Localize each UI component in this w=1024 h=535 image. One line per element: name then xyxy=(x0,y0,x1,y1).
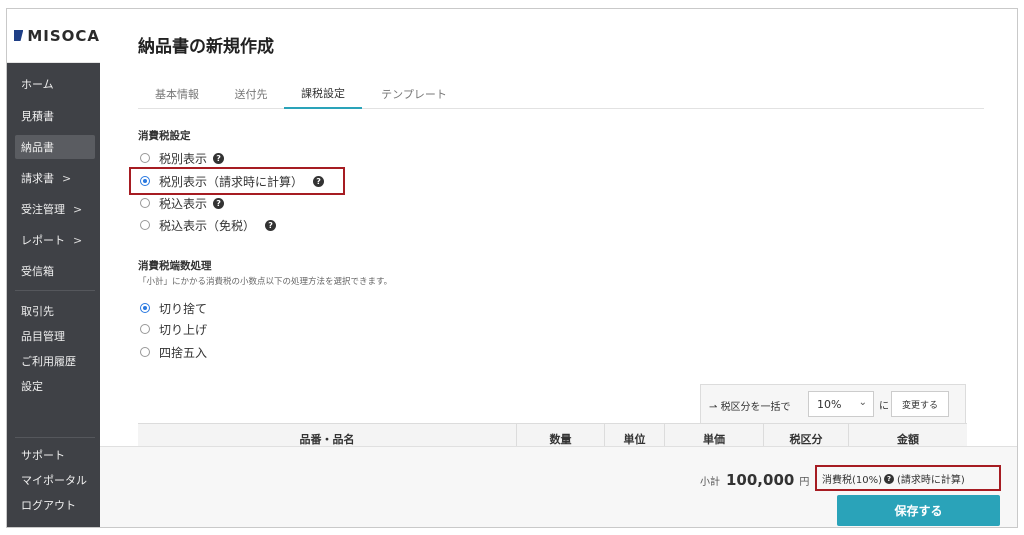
sidebar-item-logout[interactable]: ログアウト xyxy=(15,493,95,517)
help-icon[interactable]: ? xyxy=(884,473,895,484)
help-icon[interactable]: ? xyxy=(213,152,225,164)
tax-option-exclusive[interactable]: 税別表示 ? xyxy=(140,149,225,167)
sidebar-item-settings[interactable]: 設定 xyxy=(15,374,95,398)
tab-tax-settings[interactable]: 課税設定 xyxy=(284,79,362,109)
tab-recipient[interactable]: 送付先 xyxy=(226,79,276,109)
sidebar-item-estimates[interactable]: 見積書 xyxy=(15,104,95,128)
bulk-tax-text: 税区分を一括で xyxy=(720,402,791,413)
save-button[interactable]: 保存する xyxy=(837,495,1000,526)
rounding-label: 消費税端数処理 xyxy=(138,260,212,272)
tax-note: 消費税(10%) ? (請求時に計算) xyxy=(822,471,965,486)
sidebar-item-label: 取引先 xyxy=(21,305,54,318)
radio-label: 税別表示（請求時に計算） xyxy=(159,174,304,189)
rounding-option-ceil[interactable]: 切り上げ xyxy=(140,320,207,338)
radio-label: 税込表示 xyxy=(159,196,208,211)
tab-template[interactable]: テンプレート xyxy=(376,79,452,109)
chevron-right-icon: > xyxy=(73,202,83,216)
rounding-hint: 「小計」にかかる消費税の小数点以下の処理方法を選択できます。 xyxy=(138,277,393,287)
sidebar-item-history[interactable]: ご利用履歴 xyxy=(15,349,95,373)
radio-button-checked[interactable] xyxy=(140,176,150,186)
tax-option-inclusive-exempt[interactable]: 税込表示（免税） ? xyxy=(140,216,277,234)
sidebar-item-invoices[interactable]: 請求書 > xyxy=(15,166,95,190)
radio-button[interactable] xyxy=(140,198,150,208)
sidebar-item-label: ホーム xyxy=(21,78,54,91)
sidebar-item-label: 品目管理 xyxy=(21,330,65,343)
logo-text: MISOCA xyxy=(27,26,100,45)
sidebar-divider xyxy=(15,290,95,291)
subtotal: 小計 100,000 円 xyxy=(700,471,809,489)
subtotal-unit: 円 xyxy=(799,477,810,488)
help-icon[interactable]: ? xyxy=(213,197,225,209)
tab-basic-info[interactable]: 基本情報 xyxy=(148,79,206,109)
sidebar-item-support[interactable]: サポート xyxy=(15,443,95,467)
sidebar-item-inbox[interactable]: 受信箱 xyxy=(15,259,95,283)
tax-option-inclusive[interactable]: 税込表示 ? xyxy=(140,194,225,212)
sidebar-item-label: サポート xyxy=(21,449,65,462)
sidebar-item-home[interactable]: ホーム xyxy=(15,72,95,96)
sidebar-item-label: レポート xyxy=(21,234,65,247)
radio-label: 四捨五入 xyxy=(159,345,208,360)
chevron-right-icon: > xyxy=(73,233,83,247)
sidebar-item-label: 設定 xyxy=(21,380,43,393)
sidebar-item-clients[interactable]: 取引先 xyxy=(15,299,95,323)
app-window: MISOCA ホーム 見積書 納品書 請求書 > 受注管理 > レポート > 受信箱 … xyxy=(6,8,1018,528)
logo-icon xyxy=(14,30,24,41)
chevron-right-icon: > xyxy=(62,171,72,185)
bulk-tax-bar: ⇀ 税区分を一括で 10% ⌄ に 変更する xyxy=(700,384,966,424)
sidebar-item-my-portal[interactable]: マイポータル xyxy=(15,468,95,492)
radio-label: 切り上げ xyxy=(159,322,208,337)
sidebar-item-orders[interactable]: 受注管理 > xyxy=(15,197,95,221)
sidebar-item-label: 受注管理 xyxy=(21,203,65,216)
tax-rate-value: 10% xyxy=(817,398,842,411)
chevron-down-icon: ⌄ xyxy=(858,397,867,408)
sidebar-item-label: マイポータル xyxy=(21,474,87,487)
subtotal-label: 小計 xyxy=(700,477,720,488)
tax-setting-label: 消費税設定 xyxy=(138,130,191,142)
rounding-option-floor[interactable]: 切り捨て xyxy=(140,299,207,317)
sidebar-item-label: ご利用履歴 xyxy=(21,355,76,368)
bulk-tax-label: ⇀ 税区分を一括で xyxy=(709,398,791,413)
sidebar-item-label: ログアウト xyxy=(21,499,76,512)
tax-option-exclusive-at-invoice[interactable]: 税別表示（請求時に計算） ? xyxy=(140,172,325,190)
sidebar-item-label: 納品書 xyxy=(21,141,54,154)
tax-rate-select[interactable]: 10% ⌄ xyxy=(808,391,874,417)
rounding-option-round[interactable]: 四捨五入 xyxy=(140,343,207,361)
tax-label: 消費税(10%) xyxy=(822,475,883,486)
logo[interactable]: MISOCA xyxy=(7,9,100,63)
radio-label: 税込表示（免税） xyxy=(159,218,256,233)
tab-bar: 基本情報 送付先 課税設定 テンプレート xyxy=(138,79,984,109)
page-title: 納品書の新規作成 xyxy=(138,37,274,57)
bulk-tax-particle: に xyxy=(879,401,889,412)
sidebar-item-label: 見積書 xyxy=(21,110,54,123)
radio-label: 切り捨て xyxy=(159,301,208,316)
help-icon[interactable]: ? xyxy=(313,175,325,187)
radio-label: 税別表示 xyxy=(159,151,208,166)
summary-footer: 小計 100,000 円 消費税(10%) ? (請求時に計算) 保存する xyxy=(100,446,1017,527)
sidebar-item-reports[interactable]: レポート > xyxy=(15,228,95,252)
sidebar-item-items[interactable]: 品目管理 xyxy=(15,324,95,348)
sidebar-item-delivery-notes[interactable]: 納品書 xyxy=(15,135,95,159)
sidebar-item-label: 請求書 xyxy=(21,172,54,185)
help-icon[interactable]: ? xyxy=(265,219,277,231)
change-tax-button[interactable]: 変更する xyxy=(891,391,949,417)
subtotal-value: 100,000 xyxy=(726,471,795,489)
radio-button[interactable] xyxy=(140,347,150,357)
sidebar-item-label: 受信箱 xyxy=(21,265,54,278)
swap-icon: ⇀ xyxy=(709,402,721,413)
radio-button[interactable] xyxy=(140,220,150,230)
radio-button[interactable] xyxy=(140,153,150,163)
sidebar: MISOCA ホーム 見積書 納品書 請求書 > 受注管理 > レポート > 受信箱 … xyxy=(7,9,100,527)
tax-note-text: (請求時に計算) xyxy=(897,475,965,486)
radio-button-checked[interactable] xyxy=(140,303,150,313)
radio-button[interactable] xyxy=(140,324,150,334)
sidebar-divider xyxy=(15,437,95,438)
